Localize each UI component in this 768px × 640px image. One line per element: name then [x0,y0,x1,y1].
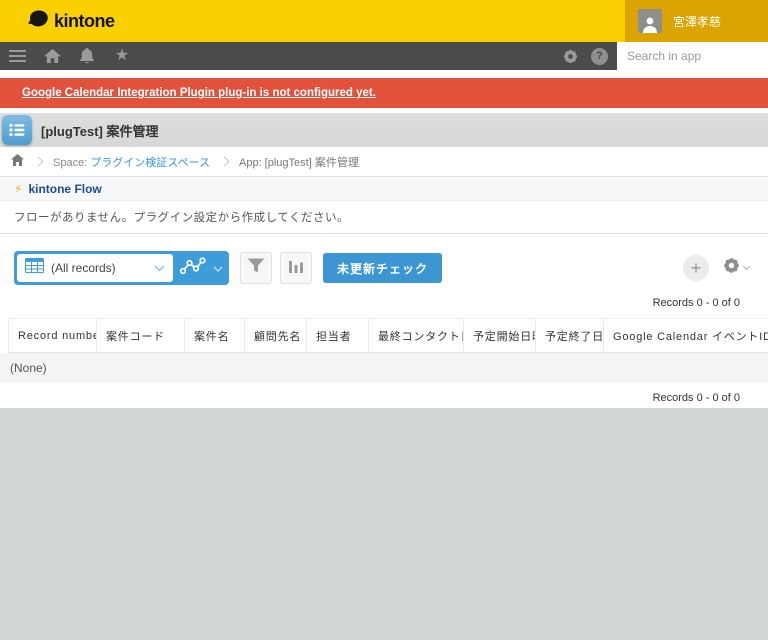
user-menu[interactable]: 宮澤孝慈 [625,0,768,42]
favorites-star-icon[interactable]: ★ [112,46,132,66]
filter-button[interactable] [240,252,272,284]
unupdated-check-button[interactable]: 未更新チェック [323,253,442,283]
plugin-alert-banner: Google Calendar Integration Plugin plug-… [0,78,768,108]
app-icon[interactable] [2,115,32,145]
menu-hamburger-icon[interactable] [7,46,27,66]
chevron-down-icon [743,263,750,270]
chart-button[interactable] [280,252,312,284]
column-header-client-name[interactable]: 顧問先名 [245,319,307,353]
nav-right-group: ? [560,46,608,66]
empty-table-row: (None) [0,353,768,383]
kintone-flow-title[interactable]: kintone Flow [28,182,101,196]
records-count-bottom: Records 0 - 0 of 0 [0,383,768,408]
view-selector-label: (All records) [51,261,147,275]
toolbar-right-group: + [683,255,754,281]
help-icon[interactable]: ? [591,48,608,65]
records-table: Record number 案件コード 案件名 顧問先名 担当者 最終コンタクト… [8,318,768,353]
user-name: 宮澤孝慈 [673,13,721,30]
view-selector[interactable]: (All records) [14,251,229,285]
page-background [0,408,768,640]
add-record-button[interactable]: + [683,255,709,281]
column-header-end-datetime[interactable]: 予定終了日時 [536,319,604,353]
view-dropdown[interactable]: (All records) [17,254,173,282]
funnel-icon [247,258,265,278]
plugin-alert-link[interactable]: Google Calendar Integration Plugin plug-… [22,87,376,99]
page-title: [plugTest] 案件管理 [41,121,158,140]
brand-wordmark: kintone [54,11,115,32]
flow-graph-menu[interactable] [173,251,229,285]
column-header-google-calendar-event-id[interactable]: Google Calendar イベントID [604,319,768,353]
kintone-bird-icon [28,10,49,33]
notification-bell-icon[interactable] [77,46,97,66]
settings-gear-icon[interactable] [560,46,580,66]
column-header-start-datetime[interactable]: 予定開始日時 [464,319,536,353]
kintone-flow-message: フローがありません。プラグイン設定から作成してください。 [0,200,768,234]
table-header-row: Record number 案件コード 案件名 顧問先名 担当者 最終コンタクト… [9,319,768,353]
breadcrumb-space-link[interactable]: プラグイン検証スペース [90,157,210,169]
table-view-icon [25,258,44,278]
lightning-icon: ⚡ [14,183,22,195]
record-list-toolbar: (All records) [0,251,768,285]
spacer [0,70,768,78]
bar-chart-icon [289,259,303,278]
column-header-case-code[interactable]: 案件コード [97,319,185,353]
main-content: kintone 宮澤孝慈 ★ [0,0,768,408]
records-count-top: Records 0 - 0 of 0 [0,285,768,311]
breadcrumb-space: Space: プラグイン検証スペース [53,154,210,170]
user-avatar-icon [638,9,662,33]
graph-network-icon [179,257,206,280]
breadcrumb: Space: プラグイン検証スペース App: [plugTest] 案件管理 [0,147,768,176]
breadcrumb-separator-icon [34,156,44,166]
column-header-record-number[interactable]: Record number [9,319,97,353]
breadcrumb-space-label: Space: [53,157,87,169]
gear-icon [722,256,741,280]
top-header: kintone 宮澤孝慈 [0,0,768,42]
app-title-bar: [plugTest] 案件管理 [0,113,768,147]
search-input[interactable] [617,42,768,70]
column-header-assignee[interactable]: 担当者 [307,319,369,353]
list-settings-button[interactable] [722,256,749,280]
global-navbar: ★ ? [0,42,768,70]
chevron-down-icon [154,259,165,277]
home-icon[interactable] [42,46,62,66]
chevron-down-icon [213,259,223,277]
kintone-flow-header: ⚡ kintone Flow [0,176,768,200]
breadcrumb-home-icon[interactable] [11,154,24,169]
column-header-case-name[interactable]: 案件名 [185,319,245,353]
nav-icon-group: ★ [0,46,132,66]
breadcrumb-separator-icon [220,156,230,166]
column-header-last-contact-date[interactable]: 最終コンタクト日 [369,319,464,353]
kintone-logo[interactable]: kintone [0,10,625,33]
breadcrumb-app: App: [plugTest] 案件管理 [239,154,359,170]
kintone-page: kintone 宮澤孝慈 ★ [0,0,768,640]
